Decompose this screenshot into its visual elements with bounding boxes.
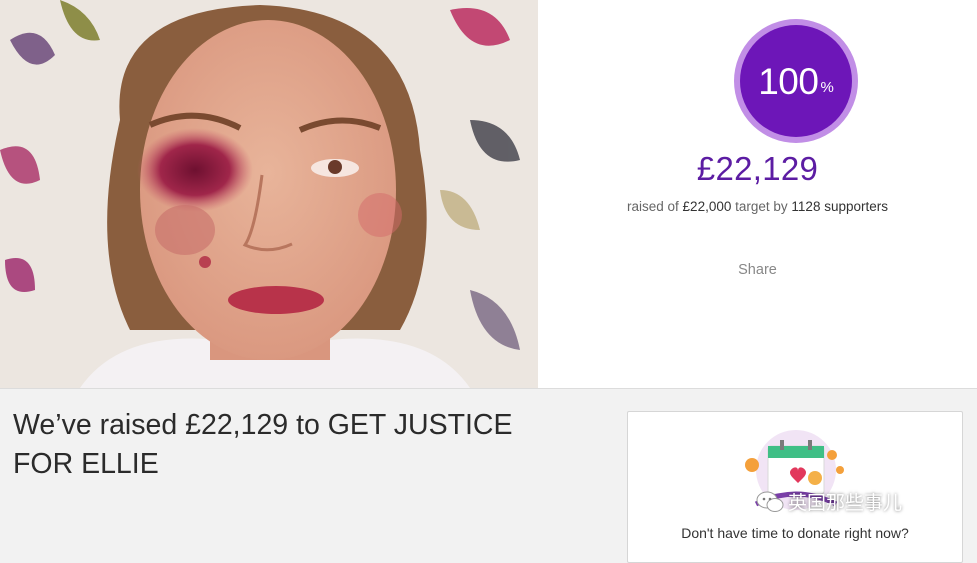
progress-ring: 100 % [734,19,858,143]
campaign-headline: We’ve raised £22,129 to GET JUSTICE FOR … [13,409,513,480]
progress-ring-center: 100 % [740,25,852,137]
watermark-text: 英国那些事儿 [788,493,903,514]
supporters-count: 1128 supporters [791,199,888,214]
campaign-photo-graphic [0,0,538,388]
progress-percent: 100 [758,60,819,102]
amount-raised: £22,129 [696,150,819,187]
donate-later-text: Don't have time to donate right now? [681,525,909,541]
percent-sign: % [820,78,834,96]
raised-prefix: raised of [627,199,679,214]
target-amount: £22,000 [682,199,732,214]
raised-summary: raised of £22,000 target by 1128 support… [538,199,977,214]
target-word: target by [735,199,788,214]
share-link[interactable]: Share [538,262,977,278]
campaign-photo [0,0,538,388]
divider [0,388,977,389]
wechat-icon [756,491,784,512]
watermark: 英国那些事儿 [756,488,902,515]
donate-later-card[interactable]: Don't have time to donate right now? [627,411,963,563]
